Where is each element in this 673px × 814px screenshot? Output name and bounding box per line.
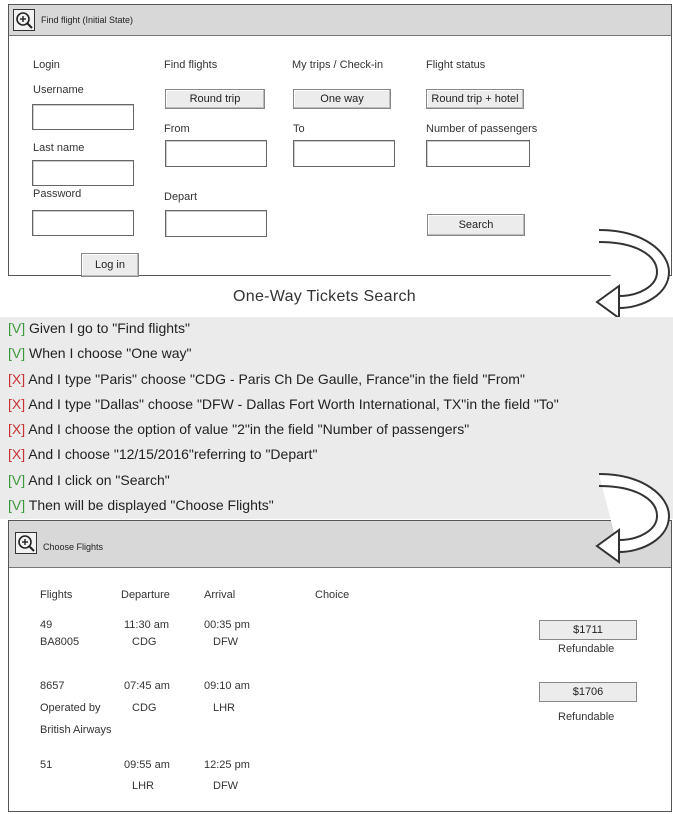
step-status-marker: [X] [8,371,26,387]
curved-arrow-icon [595,473,671,564]
curved-arrow-icon [595,229,671,320]
scenario-title: One-Way Tickets Search [233,288,416,305]
find-flight-titlebar: Find flight (Initial State) [9,5,671,36]
password-field[interactable] [32,210,134,236]
last-name-label: Last name [33,142,85,154]
flight-carrier-operator: British Airways [40,724,112,736]
refundable-label: Refundable [558,711,615,723]
step-item: [X] And I type "Dallas" choose "DFW - Da… [8,396,559,412]
step-item: [V] Given I go to "Find flights" [8,320,190,336]
step-text: And I type "Paris" choose "CDG - Paris C… [28,371,525,387]
choose-flights-titlebar: Choose Flights [9,521,671,568]
flights-header: Flights [40,589,73,601]
number-of-passengers-field[interactable] [426,140,530,167]
flight-number: 8657 [40,680,65,692]
window-title: Choose Flights [43,542,104,552]
step-status-marker: [V] [8,345,26,361]
step-status-marker: [X] [8,446,26,462]
password-label: Password [33,188,82,200]
step-item: [X] And I choose "12/15/2016"referring t… [8,446,317,462]
arrival-airport: LHR [213,702,236,714]
departure-time: 11:30 am [124,619,170,631]
step-item: [X] And I choose the option of value "2"… [8,421,469,437]
step-item: [X] And I type "Paris" choose "CDG - Par… [8,371,525,387]
round-trip-hotel-button[interactable]: Round trip + hotel [426,89,524,109]
to-label: To [293,123,305,135]
from-label: From [164,123,190,135]
refundable-label: Refundable [558,643,615,655]
departure-airport: CDG [132,702,157,714]
step-item: [V] Then will be displayed "Choose Fligh… [8,497,274,513]
arrival-airport: DFW [213,636,239,648]
depart-label: Depart [164,191,198,203]
flight-carrier: Operated by [40,702,101,714]
login-heading: Login [33,59,60,71]
departure-header: Departure [121,589,170,601]
choose-flights-window: Choose Flights Flights Departure Arrival… [8,520,672,812]
step-status-marker: [X] [8,421,26,437]
flight-carrier: BA8005 [40,636,80,648]
from-field[interactable] [165,140,267,167]
window-title: Find flight (Initial State) [41,15,134,25]
departure-airport: CDG [132,636,157,648]
flight-status-heading[interactable]: Flight status [426,59,485,71]
step-text: When I choose "One way" [29,345,192,361]
arrival-time: 00:35 pm [204,619,250,631]
arrival-time: 09:10 am [204,680,250,692]
find-flight-window: Find flight (Initial State) Login Find f… [8,4,672,277]
price-button[interactable]: $1711 [539,620,637,640]
scenario-steps: [V] Given I go to "Find flights" [V] Whe… [0,317,673,519]
arrival-airport: DFW [213,780,239,792]
step-status-marker: [V] [8,320,26,336]
zoom-in-icon[interactable] [13,9,35,31]
flight-number: 51 [40,759,53,771]
my-trips-heading[interactable]: My trips / Check-in [292,59,383,71]
step-item: [V] And I click on "Search" [8,472,170,488]
number-of-passengers-label: Number of passengers [426,123,538,135]
step-status-marker: [X] [8,396,26,412]
arrival-time: 12:25 pm [204,759,250,771]
to-field[interactable] [293,140,395,167]
zoom-in-icon[interactable] [15,532,37,554]
log-in-button[interactable]: Log in [81,253,139,277]
step-status-marker: [V] [8,497,26,513]
username-field[interactable] [32,104,134,130]
arrival-header: Arrival [204,589,236,601]
step-text: And I choose the option of value "2"in t… [28,421,470,437]
step-text: Given I go to "Find flights" [29,320,190,336]
last-name-field[interactable] [32,160,134,186]
flight-number: 49 [40,619,53,631]
departure-time: 09:55 am [124,759,170,771]
step-text: Then will be displayed "Choose Flights" [28,497,274,513]
step-status-marker: [V] [8,472,26,488]
step-text: And I choose "12/15/2016"referring to "D… [28,446,318,462]
step-text: And I type "Dallas" choose "DFW - Dallas… [28,396,559,412]
choice-header: Choice [315,589,350,601]
step-text: And I click on "Search" [28,472,170,488]
step-item: [V] When I choose "One way" [8,345,191,361]
departure-time: 07:45 am [124,680,170,692]
one-way-button[interactable]: One way [293,89,391,109]
find-flights-heading[interactable]: Find flights [164,59,217,71]
depart-field[interactable] [165,210,267,237]
username-label: Username [33,84,84,96]
search-button[interactable]: Search [427,214,525,236]
round-trip-button[interactable]: Round trip [165,89,265,109]
departure-airport: LHR [132,780,155,792]
price-button[interactable]: $1706 [539,682,637,702]
